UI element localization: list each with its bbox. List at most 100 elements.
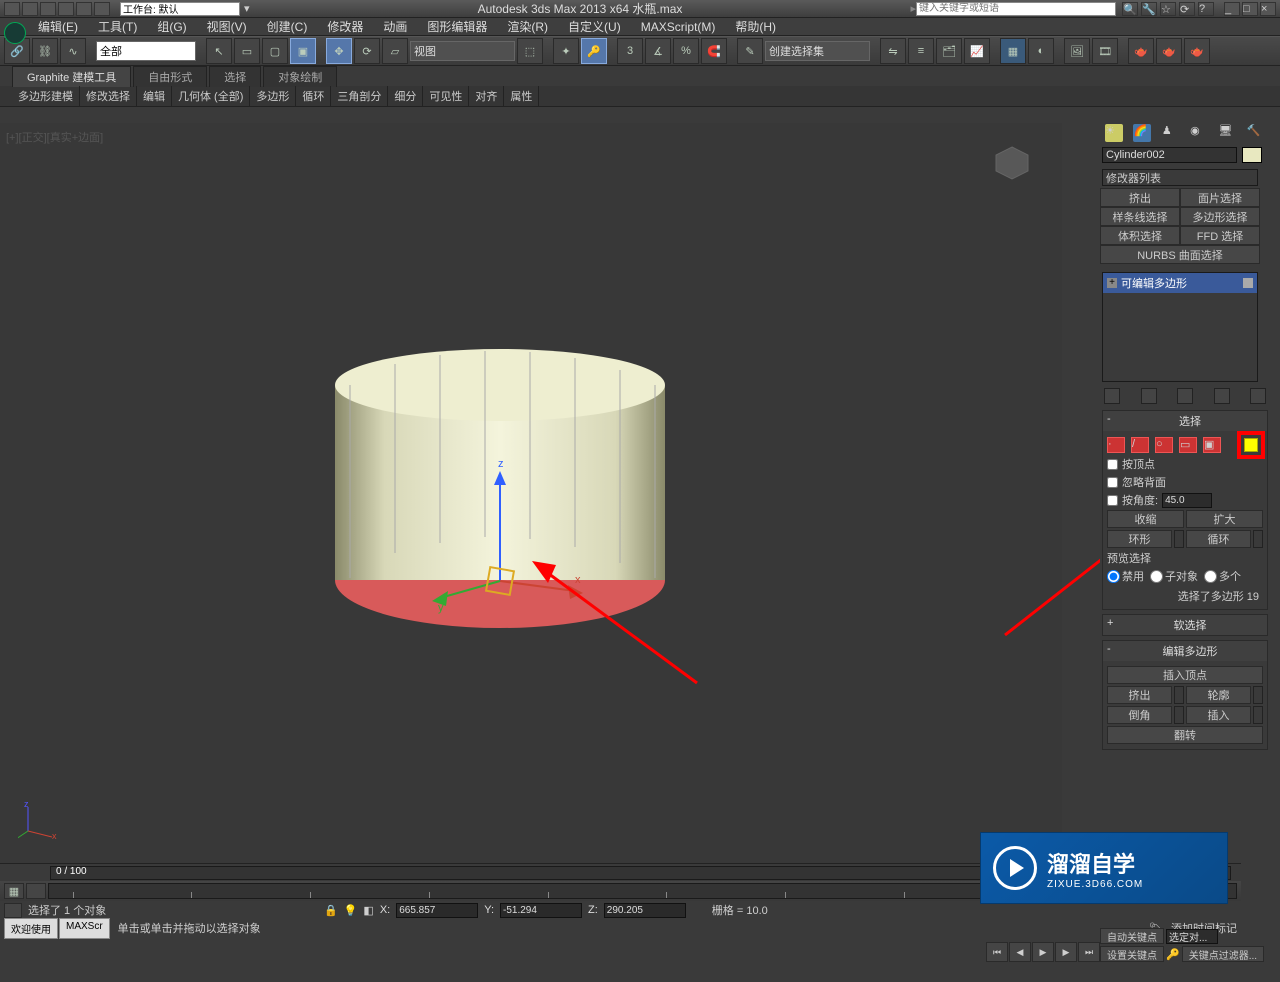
menu-help[interactable]: 帮助(H) [725, 18, 786, 35]
sec-loops[interactable]: 循环 [296, 86, 331, 106]
layers-icon[interactable]: 🗂 [936, 38, 962, 64]
scale-icon[interactable]: ▱ [382, 38, 408, 64]
menu-rendering[interactable]: 渲染(R) [497, 18, 558, 35]
btn-grow[interactable]: 扩大 [1186, 510, 1263, 528]
btn-loop[interactable]: 循环 [1186, 530, 1251, 548]
menu-edit[interactable]: 编辑(E) [28, 18, 88, 35]
rollout-selection-header[interactable]: - 选择 [1103, 411, 1267, 431]
tab-maxscript[interactable]: MAXScr [59, 918, 110, 939]
pivot-icon[interactable]: ⬚ [517, 38, 543, 64]
btn-patchsel[interactable]: 面片选择 [1180, 188, 1260, 207]
menu-views[interactable]: 视图(V) [197, 18, 257, 35]
btn-ring[interactable]: 环形 [1107, 530, 1172, 548]
bind-icon[interactable]: ∿ [60, 38, 86, 64]
tab-welcome[interactable]: 欢迎使用 [4, 918, 58, 939]
rollout-soft-header[interactable]: + 软选择 [1103, 615, 1267, 635]
sec-subdiv[interactable]: 细分 [388, 86, 423, 106]
snap-3-icon[interactable]: 3 [617, 38, 643, 64]
align-icon[interactable]: ≡ [908, 38, 934, 64]
btn-extrude-mod[interactable]: 挤出 [1100, 188, 1180, 207]
unique-icon[interactable] [1177, 388, 1193, 404]
editnamed-icon[interactable]: ✎ [737, 38, 763, 64]
extrude-settings-icon[interactable] [1174, 686, 1184, 704]
maximize-button[interactable]: □ [1242, 2, 1258, 16]
mirror-icon[interactable]: ⇋ [880, 38, 906, 64]
modifier-list-dropdown[interactable] [1102, 169, 1258, 186]
tool1-icon[interactable]: 🔧 [1141, 2, 1157, 16]
radio-multiple[interactable]: 多个 [1204, 568, 1241, 584]
select-icon[interactable]: ↖ [206, 38, 232, 64]
menu-maxscript[interactable]: MAXScript(M) [631, 20, 726, 34]
tab-utilities-icon[interactable]: 🔨 [1247, 124, 1265, 142]
spinner-snap-icon[interactable]: 🧲 [701, 38, 727, 64]
viewport-label[interactable]: [+][正交][真实+边面] [6, 129, 103, 145]
exchange-icon[interactable]: ⟳ [1179, 2, 1195, 16]
sec-tri[interactable]: 三角剖分 [331, 86, 388, 106]
tab-hierarchy-icon[interactable]: ♟ [1162, 124, 1180, 142]
qa-link-icon[interactable] [94, 2, 110, 16]
qa-save-icon[interactable] [40, 2, 56, 16]
workspace-input[interactable] [120, 2, 240, 16]
coord-toggle-icon[interactable]: ◧ [363, 904, 373, 917]
vertex-level-icon[interactable]: · [1107, 437, 1125, 453]
refcoord-dropdown[interactable] [410, 41, 515, 61]
sec-edit[interactable]: 编辑 [137, 86, 172, 106]
star-icon[interactable]: ☆ [1160, 2, 1176, 16]
qa-open-icon[interactable] [22, 2, 38, 16]
trackbar-mode-icon[interactable]: ▦ [4, 883, 24, 899]
sec-props[interactable]: 属性 [504, 86, 539, 106]
percent-snap-icon[interactable]: % [673, 38, 699, 64]
help-search-input[interactable] [916, 2, 1116, 16]
stack-toggle-icon[interactable] [1243, 278, 1253, 288]
tab-paint[interactable]: 对象绘制 [263, 66, 337, 87]
collapse-icon[interactable]: - [1107, 643, 1117, 659]
remove-icon[interactable] [1214, 388, 1230, 404]
rollout-editpoly-header[interactable]: - 编辑多边形 [1103, 641, 1267, 661]
rect-select-icon[interactable]: ▢ [262, 38, 288, 64]
curve-editor-icon[interactable]: 📈 [964, 38, 990, 64]
next-frame-icon[interactable]: ▶ [1055, 942, 1077, 962]
unlink-icon[interactable]: ⛓ [32, 38, 58, 64]
radio-subobj[interactable]: 子对象 [1150, 568, 1198, 584]
play-icon[interactable]: ▶ [1032, 942, 1054, 962]
goto-end-icon[interactable]: ⏭ [1078, 942, 1100, 962]
script-mini-icon[interactable] [4, 903, 22, 918]
menu-group[interactable]: 组(G) [147, 18, 196, 35]
btn-flip[interactable]: 翻转 [1107, 726, 1263, 744]
polygon-level-icon[interactable]: ▭ [1179, 437, 1197, 453]
menu-customize[interactable]: 自定义(U) [558, 18, 631, 35]
sec-visibility[interactable]: 可见性 [423, 86, 469, 106]
border-level-icon[interactable]: ○ [1155, 437, 1173, 453]
rotate-icon[interactable]: ⟳ [354, 38, 380, 64]
binoculars-icon[interactable]: 🔍 [1122, 2, 1138, 16]
menu-tools[interactable]: 工具(T) [88, 18, 147, 35]
tab-graphite[interactable]: Graphite 建模工具 [12, 66, 131, 87]
render-setup-icon[interactable]: 🖼 [1064, 38, 1090, 64]
element-level-icon[interactable]: ▣ [1203, 437, 1221, 453]
btn-nurbssel[interactable]: NURBS 曲面选择 [1100, 245, 1260, 264]
sec-geom[interactable]: 几何体 (全部) [172, 86, 250, 106]
menu-animation[interactable]: 动画 [373, 18, 417, 35]
btn-polysel[interactable]: 多边形选择 [1180, 207, 1260, 226]
btn-shrink[interactable]: 收缩 [1107, 510, 1184, 528]
menu-grapheditors[interactable]: 图形编辑器 [417, 18, 497, 35]
minimize-button[interactable]: _ [1224, 2, 1240, 16]
btn-insert-vertex[interactable]: 插入顶点 [1107, 666, 1263, 684]
render-prod-icon[interactable]: 🫖 [1128, 38, 1154, 64]
viewcube[interactable] [992, 143, 1032, 183]
chk-by-vertex[interactable]: 按顶点 [1107, 456, 1263, 472]
key-filter-button[interactable]: 关键点过滤器... [1182, 946, 1264, 962]
chk-ignore-backfacing[interactable]: 忽略背面 [1107, 474, 1263, 490]
collapse-icon[interactable]: - [1107, 413, 1117, 429]
tab-create-icon[interactable]: ☀ [1105, 124, 1123, 142]
outline-settings-icon[interactable] [1253, 686, 1263, 704]
named-selection-dropdown[interactable] [765, 41, 870, 61]
schematic-icon[interactable]: ▦ [1000, 38, 1026, 64]
render-frame-icon[interactable]: 🎞 [1092, 38, 1118, 64]
manip-icon[interactable]: ✦ [553, 38, 579, 64]
modifier-stack[interactable]: + 可编辑多边形 [1102, 272, 1258, 382]
edge-level-icon[interactable]: / [1131, 437, 1149, 453]
viewport[interactable]: [+][正交][真实+边面] z x [0, 123, 1062, 863]
object-name-input[interactable] [1102, 147, 1237, 163]
ring-spinner[interactable] [1174, 530, 1184, 548]
